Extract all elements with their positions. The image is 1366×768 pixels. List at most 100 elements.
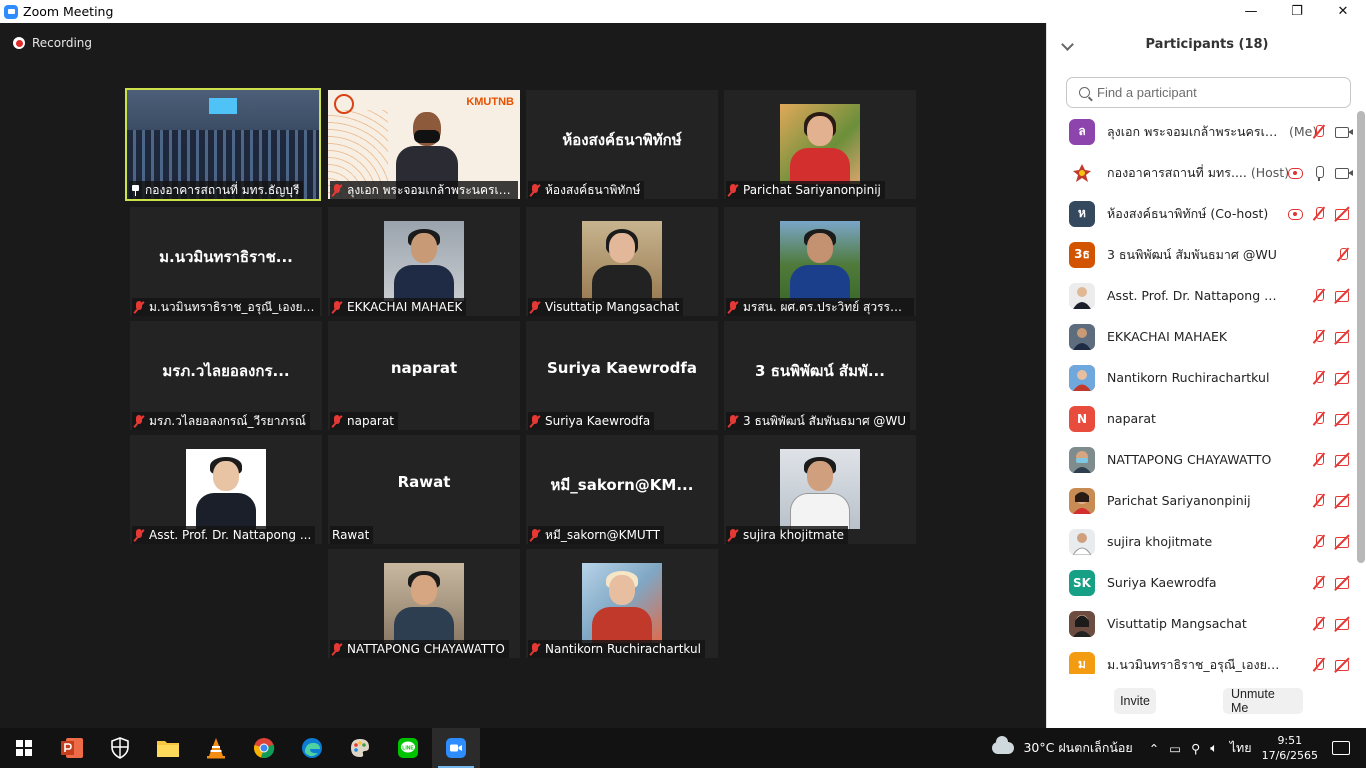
- video-tile[interactable]: Parichat Sariyanonpinij: [724, 90, 916, 199]
- taskbar-zoom[interactable]: [432, 728, 480, 768]
- taskbar-security[interactable]: [96, 728, 144, 768]
- video-tile[interactable]: Suriya Kaewrodfa Suriya Kaewrodfa: [526, 321, 718, 430]
- participant-row[interactable]: Asst. Prof. Dr. Nattapong Maka...: [1047, 275, 1355, 316]
- minimize-button[interactable]: —: [1228, 0, 1274, 23]
- video-tile[interactable]: หมี_sakorn@KM... หมี_sakorn@KMUTT: [526, 435, 718, 544]
- tile-name: Suriya Kaewrodfa: [545, 414, 651, 428]
- video-tile[interactable]: sujira khojitmate: [724, 435, 916, 544]
- video-camera-icon[interactable]: [1331, 123, 1355, 141]
- participant-row[interactable]: กองอาคารสถานที่ มทร.... (Host): [1047, 152, 1355, 193]
- video-off-icon[interactable]: [1331, 287, 1355, 305]
- mic-muted-icon[interactable]: [1307, 369, 1331, 387]
- tile-name: naparat: [347, 414, 394, 428]
- mic-muted-icon[interactable]: [1307, 410, 1331, 428]
- participant-row[interactable]: ม ม.นวมินทราธิราช_อรุณี_เองยสมาก: [1047, 644, 1355, 674]
- volume-icon[interactable]: 🔈︎: [1210, 740, 1218, 756]
- mic-muted-icon[interactable]: [1307, 492, 1331, 510]
- show-hidden-icons-icon[interactable]: ⌃: [1149, 741, 1159, 756]
- participant-row[interactable]: Nantikorn Ruchirachartkul: [1047, 357, 1355, 398]
- weather-text[interactable]: 30°C ฝนตกเล็กน้อย: [1023, 738, 1132, 758]
- video-off-icon[interactable]: [1331, 656, 1355, 674]
- system-tray: 30°C ฝนตกเล็กน้อย ⌃ ▭ ⚲ 🔈︎ ไทย 9:51 17/6…: [992, 728, 1366, 768]
- participant-row[interactable]: ล ลุงเอก พระจอมเกล้าพระนครเห... (Me): [1047, 111, 1355, 152]
- microphone-icon[interactable]: [1307, 164, 1331, 182]
- participant-row[interactable]: Parichat Sariyanonpinij: [1047, 480, 1355, 521]
- video-tile[interactable]: กองอาคารสถานที่ มทร.ธัญบุรี: [125, 88, 321, 201]
- video-tile[interactable]: มรภ.วไลยอลงกร... มรภ.วไลยอลงกรณ์_วีรยาภร…: [130, 321, 322, 430]
- video-tile[interactable]: Rawat Rawat: [328, 435, 520, 544]
- video-camera-icon[interactable]: [1331, 164, 1355, 182]
- video-tile[interactable]: ม.นวมินทราธิราช... ม.นวมินทราธิราช_อรุณี…: [130, 207, 322, 316]
- participant-row[interactable]: N naparat: [1047, 398, 1355, 439]
- close-button[interactable]: ✕: [1320, 0, 1366, 23]
- video-off-icon[interactable]: [1331, 369, 1355, 387]
- profile-photo: [780, 221, 860, 301]
- video-off-icon[interactable]: [1331, 410, 1355, 428]
- participant-row[interactable]: NATTAPONG CHAYAWATTO: [1047, 439, 1355, 480]
- clock[interactable]: 9:51 17/6/2565: [1262, 733, 1318, 763]
- participant-scrollbar[interactable]: [1355, 111, 1366, 674]
- participant-name: Parichat Sariyanonpinij: [1107, 493, 1251, 508]
- video-tile[interactable]: NATTAPONG CHAYAWATTO: [328, 549, 520, 658]
- notification-icon[interactable]: [1332, 741, 1350, 755]
- video-tile[interactable]: KMUTNB ลุงเอก พระจอมเกล้าพระนครเหนือ: [328, 90, 520, 199]
- recording-icon: [1283, 205, 1307, 223]
- taskbar-edge[interactable]: [288, 728, 336, 768]
- video-tile[interactable]: Asst. Prof. Dr. Nattapong ...: [130, 435, 322, 544]
- input-language[interactable]: ไทย: [1230, 738, 1252, 758]
- participant-row[interactable]: ห ห้องสงค์ธนาพิทักษ์ (Co-host): [1047, 193, 1355, 234]
- participant-row[interactable]: sujira khojitmate: [1047, 521, 1355, 562]
- battery-icon[interactable]: ▭: [1169, 741, 1181, 756]
- network-icon[interactable]: ⚲: [1191, 741, 1200, 756]
- tile-name: มรภ.วไลยอลงกรณ์_วีรยาภรณ์: [149, 413, 306, 428]
- video-tile[interactable]: ห้องสงค์ธนาพิทักษ์ ห้องสงค์ธนาพิทักษ์: [526, 90, 718, 199]
- mic-muted-icon[interactable]: [1307, 287, 1331, 305]
- video-tile[interactable]: naparat naparat: [328, 321, 520, 430]
- mic-muted-icon[interactable]: [1307, 574, 1331, 592]
- video-tile[interactable]: 3 ธนพิพัฒน์ สัมพั... 3 ธนพิพัฒน์ สัมพันธ…: [724, 321, 916, 430]
- mic-muted-icon[interactable]: [1331, 246, 1355, 264]
- university-seal-icon: [334, 94, 354, 114]
- video-off-icon[interactable]: [1331, 533, 1355, 551]
- mic-muted-icon[interactable]: [1307, 205, 1331, 223]
- search-input[interactable]: [1097, 85, 1337, 100]
- taskbar-line[interactable]: LINE: [384, 728, 432, 768]
- taskbar-vlc[interactable]: [192, 728, 240, 768]
- video-tile[interactable]: มรสน. ผศ.ดร.ประวิทย์ สุวรรณรงค์: [724, 207, 916, 316]
- taskbar-file-explorer[interactable]: [144, 728, 192, 768]
- restore-button[interactable]: ❐: [1274, 0, 1320, 23]
- scrollbar-thumb[interactable]: [1357, 111, 1365, 563]
- participant-row[interactable]: SK Suriya Kaewrodfa: [1047, 562, 1355, 603]
- video-tile[interactable]: Visuttatip Mangsachat: [526, 207, 718, 316]
- unmute-me-button[interactable]: Unmute Me: [1223, 687, 1303, 715]
- start-button[interactable]: [0, 728, 48, 768]
- participant-search[interactable]: [1066, 77, 1351, 108]
- taskbar-powerpoint[interactable]: [48, 728, 96, 768]
- invite-button[interactable]: Invite: [1114, 688, 1156, 714]
- participant-row[interactable]: 3ธ 3 ธนพิพัฒน์ สัมพันธมาศ @WU: [1047, 234, 1355, 275]
- participant-row[interactable]: EKKACHAI MAHAEK: [1047, 316, 1355, 357]
- profile-photo: [780, 449, 860, 529]
- mic-muted-icon: [530, 414, 540, 428]
- video-tile[interactable]: EKKACHAI MAHAEK: [328, 207, 520, 316]
- taskbar-chrome[interactable]: [240, 728, 288, 768]
- video-off-icon[interactable]: [1331, 451, 1355, 469]
- video-off-icon[interactable]: [1331, 574, 1355, 592]
- mic-muted-icon[interactable]: [1307, 656, 1331, 674]
- mic-muted-icon[interactable]: [1307, 533, 1331, 551]
- participant-row[interactable]: Visuttatip Mangsachat: [1047, 603, 1355, 644]
- video-off-icon[interactable]: [1331, 615, 1355, 633]
- zoom-app-icon: [446, 738, 466, 758]
- video-off-icon[interactable]: [1331, 205, 1355, 223]
- tile-name: Visuttatip Mangsachat: [545, 300, 680, 314]
- mic-muted-icon[interactable]: [1307, 328, 1331, 346]
- taskbar-paint[interactable]: [336, 728, 384, 768]
- video-off-icon[interactable]: [1331, 492, 1355, 510]
- video-off-icon[interactable]: [1331, 328, 1355, 346]
- mic-muted-icon[interactable]: [1307, 451, 1331, 469]
- mic-muted-icon[interactable]: [1307, 123, 1331, 141]
- participant-name: ลุงเอก พระจอมเกล้าพระนครเห...: [1107, 123, 1285, 139]
- recording-indicator[interactable]: Recording: [13, 36, 92, 50]
- video-tile[interactable]: Nantikorn Ruchirachartkul: [526, 549, 718, 658]
- mic-muted-icon[interactable]: [1307, 615, 1331, 633]
